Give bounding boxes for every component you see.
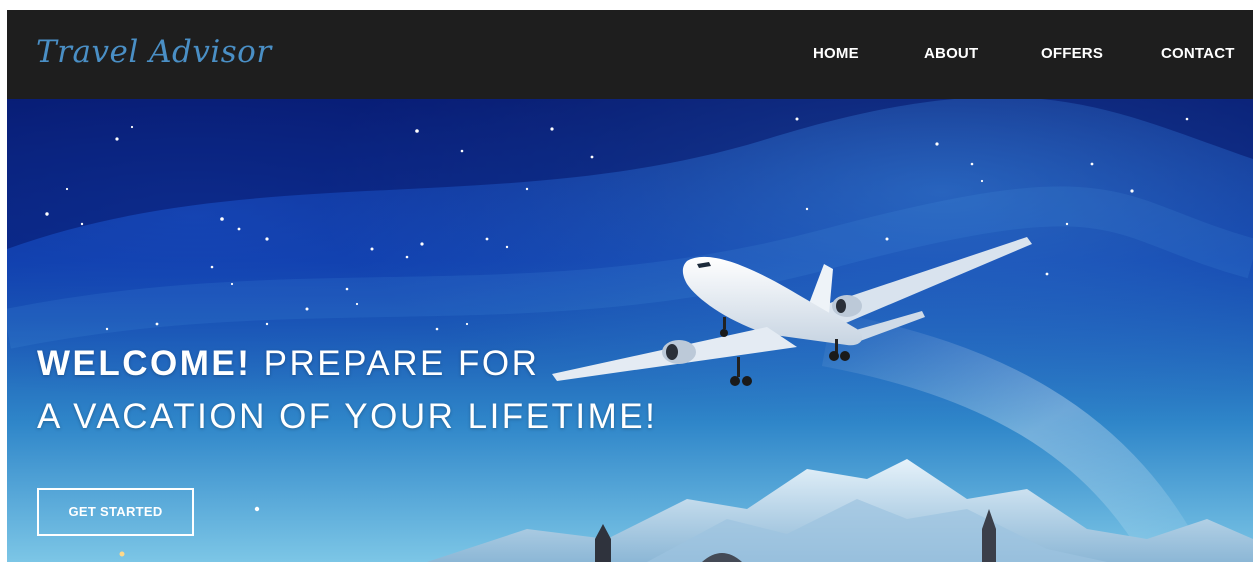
- hero-headline: WELCOME! PREPARE FOR A VACATION OF YOUR …: [37, 337, 657, 443]
- nav-home[interactable]: HOME: [813, 45, 859, 67]
- nav-about[interactable]: ABOUT: [924, 45, 978, 67]
- hero-headline-line-2: A VACATION OF YOUR LIFETIME!: [37, 397, 658, 436]
- page-frame: Travel Advisor HOME ABOUT OFFERS CONTACT: [7, 10, 1253, 562]
- hero-headline-rest: PREPARE FOR: [251, 344, 540, 383]
- hero-headline-emphasis: WELCOME!: [37, 344, 252, 383]
- hero-headline-line-1: WELCOME! PREPARE FOR: [37, 337, 657, 390]
- nav-offers[interactable]: OFFERS: [1041, 45, 1103, 67]
- nav-contact[interactable]: CONTACT: [1161, 45, 1235, 67]
- brand-logo[interactable]: Travel Advisor: [36, 34, 272, 70]
- get-started-button[interactable]: GET STARTED: [37, 488, 194, 536]
- navbar: Travel Advisor HOME ABOUT OFFERS CONTACT: [7, 10, 1253, 99]
- hero-banner: WELCOME! PREPARE FOR A VACATION OF YOUR …: [7, 99, 1253, 562]
